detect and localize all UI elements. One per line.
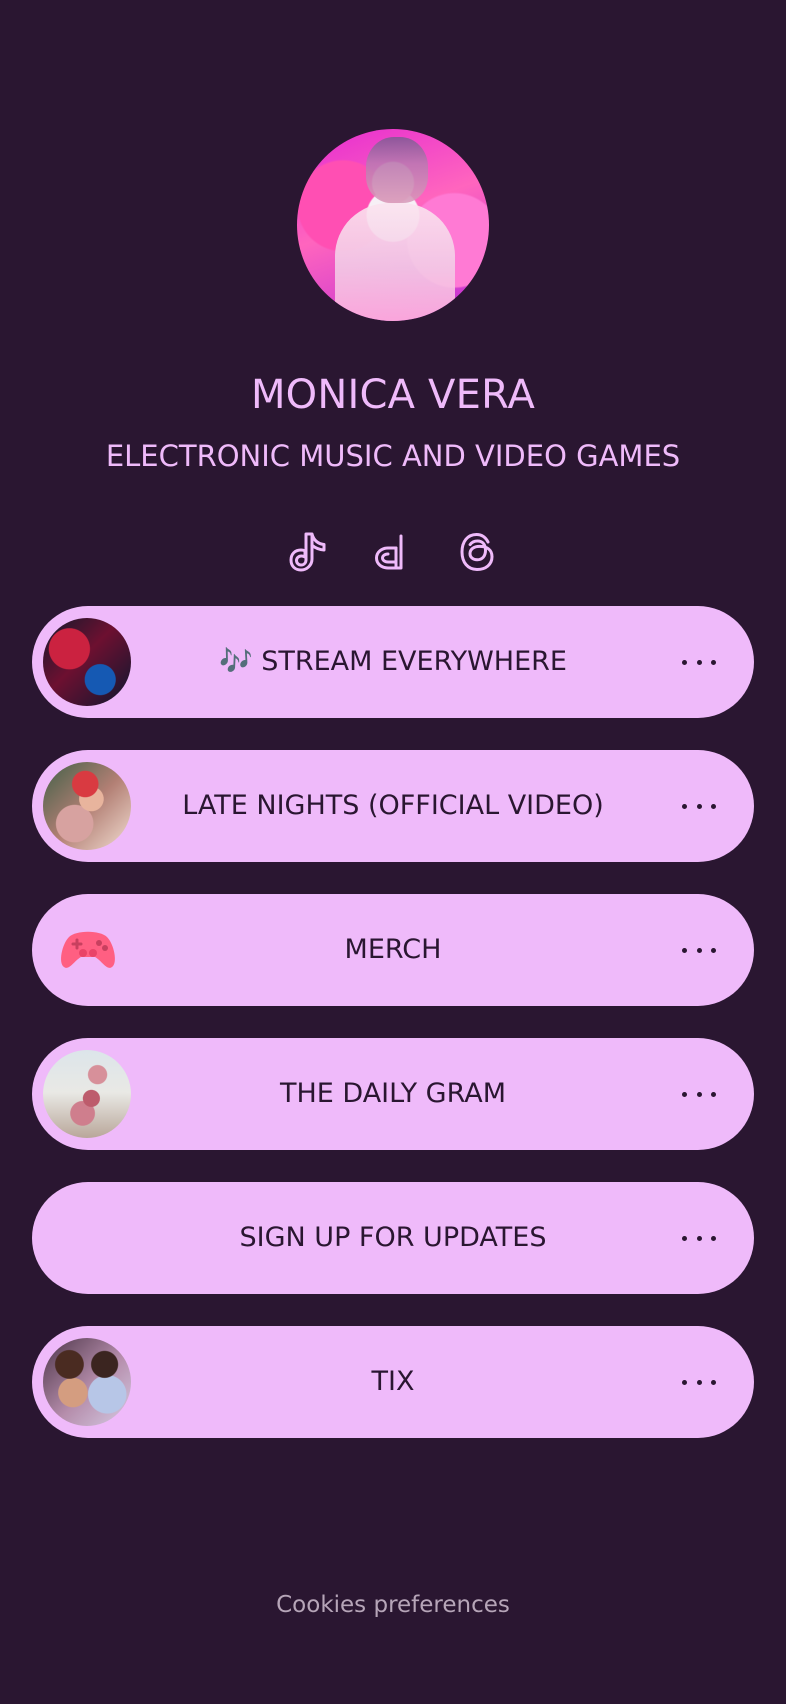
- link-label: SIGN UP FOR UPDATES: [239, 1222, 547, 1253]
- tiktok-icon[interactable]: [286, 528, 334, 576]
- link-tix[interactable]: TIX: [32, 1326, 754, 1438]
- social-links: [286, 524, 502, 580]
- more-options-icon[interactable]: [682, 1368, 716, 1396]
- link-label: THE DAILY GRAM: [279, 1078, 507, 1109]
- profile-name: MONICA VERA: [250, 372, 536, 418]
- cookies-preferences-link[interactable]: Cookies preferences: [0, 1590, 786, 1620]
- link-merch[interactable]: MERCH: [32, 894, 754, 1006]
- link-stream-everywhere[interactable]: 🎶 STREAM EVERYWHERE: [32, 606, 754, 718]
- deezer-icon[interactable]: [370, 528, 418, 576]
- more-options-icon[interactable]: [682, 792, 716, 820]
- more-options-icon[interactable]: [682, 936, 716, 964]
- link-sign-up-updates[interactable]: SIGN UP FOR UPDATES: [32, 1182, 754, 1294]
- more-options-icon[interactable]: [682, 648, 716, 676]
- linkinbio-page: MONICA VERA ELECTRONIC MUSIC AND VIDEO G…: [0, 0, 786, 1704]
- link-label: LATE NIGHTS (OFFICIAL VIDEO): [182, 790, 604, 821]
- profile-avatar: [297, 129, 489, 321]
- more-options-icon[interactable]: [682, 1224, 716, 1252]
- link-daily-gram[interactable]: THE DAILY GRAM: [32, 1038, 754, 1150]
- profile-subtitle: ELECTRONIC MUSIC AND VIDEO GAMES: [105, 439, 681, 473]
- link-label: 🎶 STREAM EVERYWHERE: [219, 646, 567, 677]
- more-options-icon[interactable]: [682, 1080, 716, 1108]
- link-label: TIX: [371, 1366, 415, 1397]
- link-list: 🎶 STREAM EVERYWHERE LATE NIGHTS (OFFICIA…: [32, 606, 754, 1470]
- link-label: MERCH: [344, 934, 442, 965]
- threads-icon[interactable]: [454, 528, 502, 576]
- link-late-nights-video[interactable]: LATE NIGHTS (OFFICIAL VIDEO): [32, 750, 754, 862]
